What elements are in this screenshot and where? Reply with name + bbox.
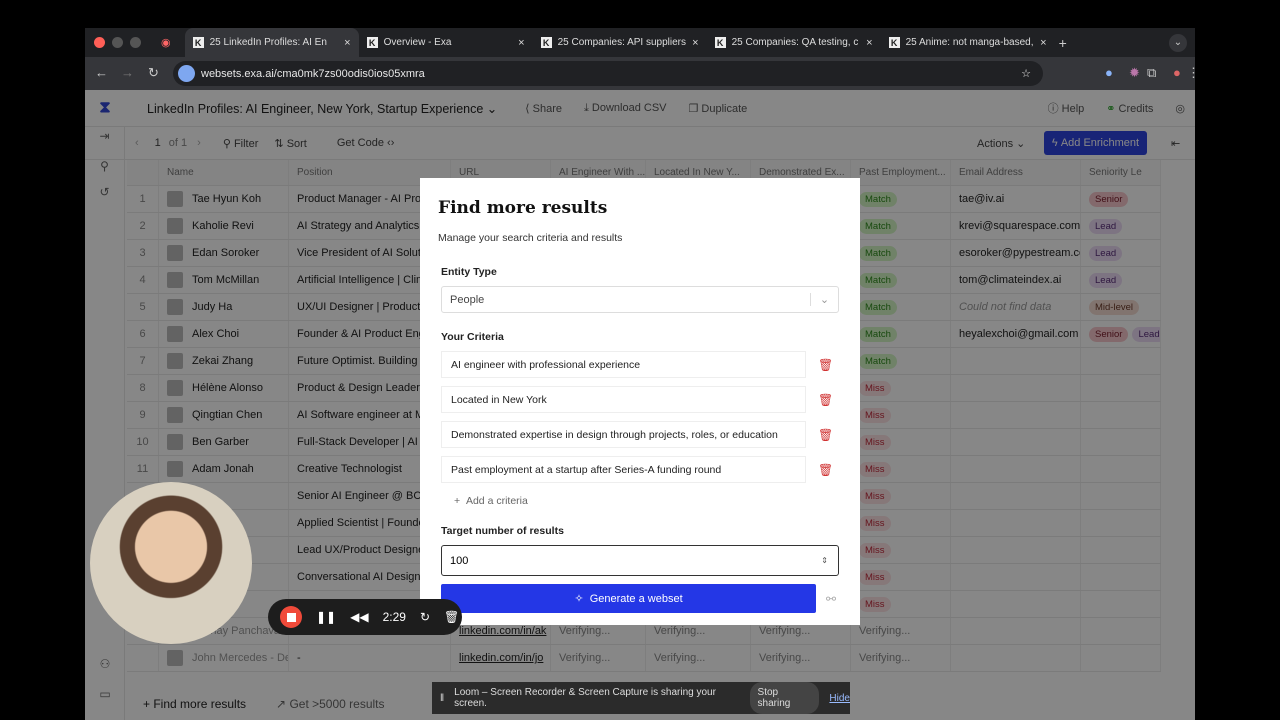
- trash-icon[interactable]: 🗑: [818, 358, 833, 372]
- profile-avatar[interactable]: ●: [1173, 65, 1181, 80]
- stop-sharing-button[interactable]: Stop sharing: [749, 682, 820, 714]
- delete-icon[interactable]: 🗑: [444, 610, 459, 624]
- exa-favicon-icon: K: [366, 37, 378, 48]
- recording-controls: ❚❚ ◀◀ 2:29 ↻ 🗑: [268, 599, 462, 635]
- close-tab-icon[interactable]: ×: [692, 37, 698, 49]
- hide-button[interactable]: Hide: [829, 693, 850, 704]
- tab-bar: ◉ K 25 LinkedIn Profiles: AI En × K Overvie…: [85, 28, 1195, 57]
- trash-icon[interactable]: 🗑: [818, 463, 833, 477]
- pause-icon[interactable]: ❚❚: [316, 610, 336, 624]
- recording-time: 2:29: [382, 610, 406, 624]
- criteria-item: Past employment at a startup after Serie…: [441, 456, 842, 483]
- rewind-icon[interactable]: ◀◀: [350, 610, 368, 624]
- screen-share-banner: ‖ Loom – Screen Recorder & Screen Captur…: [432, 682, 850, 714]
- reload-icon[interactable]: ↻: [148, 65, 159, 81]
- exa-favicon-icon: K: [714, 37, 726, 48]
- criteria-input[interactable]: AI engineer with professional experience: [441, 351, 806, 378]
- back-icon[interactable]: ←: [95, 65, 108, 80]
- webcam-bubble[interactable]: [90, 482, 252, 644]
- extension-icon[interactable]: ●: [1105, 65, 1113, 80]
- generate-webset-button[interactable]: ✧ Generate a webset: [441, 584, 816, 613]
- criteria-item: Demonstrated expertise in design through…: [441, 421, 842, 448]
- drag-handle-icon[interactable]: ‖: [440, 693, 444, 704]
- exa-favicon-icon: K: [192, 37, 204, 48]
- exa-favicon-icon: K: [540, 37, 552, 48]
- criteria-item: AI engineer with professional experience…: [441, 351, 842, 378]
- dialog-subtitle: Manage your search criteria and results: [438, 232, 623, 244]
- add-criteria-button[interactable]: + Add a criteria: [454, 495, 842, 507]
- menu-icon[interactable]: ⋮: [1187, 65, 1195, 81]
- trash-icon[interactable]: 🗑: [818, 393, 833, 407]
- close-tab-icon[interactable]: ×: [1040, 37, 1046, 49]
- forward-icon[interactable]: →: [121, 65, 134, 80]
- criteria-input[interactable]: Demonstrated expertise in design through…: [441, 421, 806, 448]
- entity-type-select[interactable]: People ⌄: [441, 286, 839, 313]
- link-icon[interactable]: ⚯: [826, 592, 836, 606]
- criteria-input[interactable]: Located in New York: [441, 386, 806, 413]
- criteria-item: Located in New York 🗑: [441, 386, 842, 413]
- tab-anime[interactable]: K 25 Anime: not manga-based, ×: [881, 28, 1055, 57]
- criteria-input[interactable]: Past employment at a startup after Serie…: [441, 456, 806, 483]
- tab-qa-testing[interactable]: K 25 Companies: QA testing, c ×: [707, 28, 881, 57]
- stop-recording-button[interactable]: [280, 606, 302, 628]
- target-number-label: Target number of results: [441, 525, 564, 537]
- trash-icon[interactable]: 🗑: [818, 428, 833, 442]
- url-field[interactable]: websets.exa.ai/cma0mk7zs00odis0ios05xmra…: [173, 61, 1043, 86]
- extensions-puzzle-icon[interactable]: ⧉: [1147, 65, 1156, 81]
- exa-favicon-icon: K: [888, 37, 900, 48]
- target-number-input[interactable]: 100 ⇕: [441, 545, 839, 576]
- site-info-icon[interactable]: [178, 65, 195, 82]
- chevron-down-icon: ⌄: [810, 293, 838, 306]
- recording-icon: ◉: [161, 37, 171, 49]
- restart-icon[interactable]: ↻: [420, 610, 430, 624]
- close-tab-icon[interactable]: ×: [344, 37, 350, 49]
- extension-icon[interactable]: ✹: [1129, 65, 1140, 81]
- new-tab-icon[interactable]: +: [1059, 35, 1067, 51]
- entity-type-label: Entity Type: [441, 266, 497, 278]
- criteria-label: Your Criteria: [441, 331, 504, 343]
- address-bar: ← → ↻ websets.exa.ai/cma0mk7zs00odis0ios…: [85, 57, 1195, 90]
- tab-overview[interactable]: K Overview - Exa ×: [359, 28, 533, 57]
- close-tab-icon[interactable]: ×: [518, 37, 524, 49]
- window-controls[interactable]: [94, 37, 141, 48]
- dialog-title: Find more results: [438, 198, 608, 218]
- tab-search-icon[interactable]: ⌄: [1169, 33, 1187, 52]
- tab-api-suppliers[interactable]: K 25 Companies: API suppliers, ×: [533, 28, 707, 57]
- stepper-icon[interactable]: ⇕: [821, 556, 828, 565]
- close-tab-icon[interactable]: ×: [866, 37, 872, 49]
- find-more-results-dialog: Find more results Manage your search cri…: [420, 178, 860, 625]
- tab-linkedin-profiles[interactable]: K 25 LinkedIn Profiles: AI En ×: [184, 28, 359, 57]
- bookmark-star-icon[interactable]: ☆: [1021, 67, 1031, 80]
